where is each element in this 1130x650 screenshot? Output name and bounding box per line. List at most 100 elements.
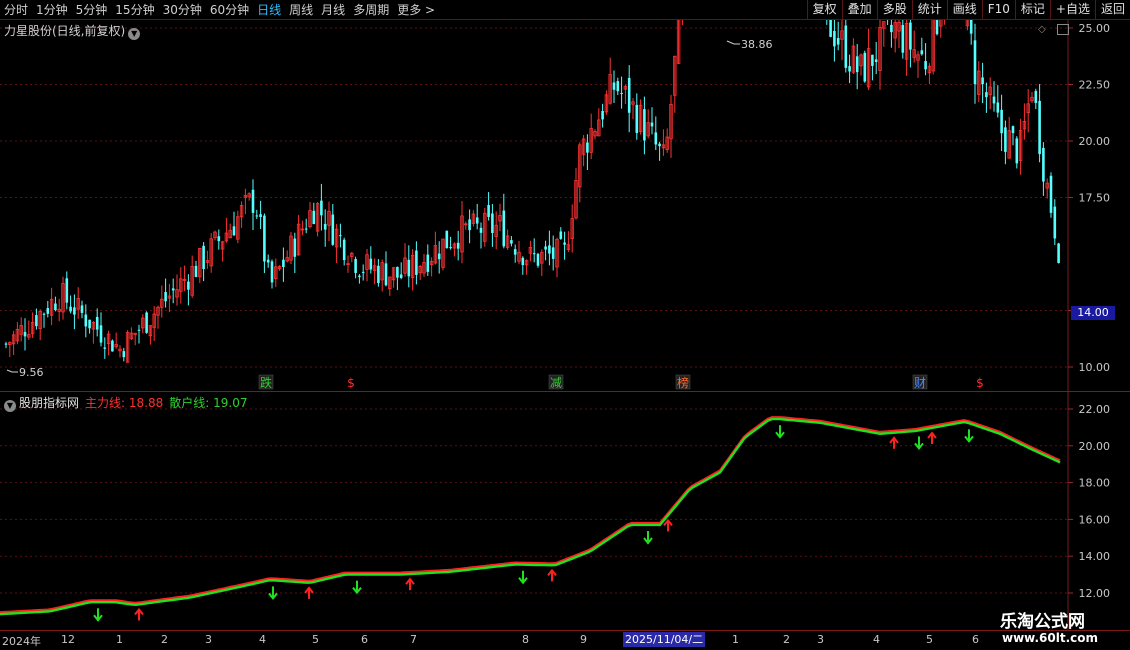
stock-title-label: 力星股份(日线,前复权) <box>4 24 126 38</box>
current-price-tag: 14.00 <box>1071 306 1115 320</box>
event-marker[interactable]: 财 <box>912 374 928 390</box>
candle-body-down <box>449 247 452 249</box>
price-chart-canvas[interactable]: 35.0032.5030.0027.5025.0022.5020.0017.50… <box>0 0 1130 392</box>
low-price-label: 9.56 <box>19 366 44 379</box>
period-tab[interactable]: 月线 <box>321 0 345 20</box>
high-marker-line <box>726 40 740 45</box>
event-marker[interactable]: 榜 <box>675 374 691 390</box>
toolbar-button[interactable]: 叠加 <box>841 0 877 20</box>
candle-body-down <box>844 25 848 68</box>
candle-body-down <box>377 265 380 284</box>
period-tab[interactable]: 15分钟 <box>115 0 154 20</box>
period-tab[interactable]: 5分钟 <box>76 0 108 20</box>
value-tick-label: 20.00 <box>1079 440 1111 453</box>
candle-body-down <box>145 312 148 333</box>
candle-body-down <box>4 343 8 345</box>
candle-body-down <box>304 228 308 230</box>
candle-body-down <box>551 247 555 259</box>
candle-body-down <box>1042 147 1045 182</box>
period-tab[interactable]: 分时 <box>4 0 28 20</box>
value-tick-label: 14.00 <box>1079 550 1111 563</box>
period-tab[interactable]: 周线 <box>289 0 313 20</box>
indicator-title[interactable]: ▼ 股朋指标网 主力线: 18.88 散户线: 19.07 <box>4 394 247 412</box>
period-tabs: 分时 1分钟 5分钟 15分钟 30分钟 60分钟 日线 周线 月线 多周期 更多 > <box>4 0 435 20</box>
date-label: 2024年 <box>2 635 41 648</box>
candle-body-down <box>468 219 471 231</box>
candle-body-down <box>650 122 654 127</box>
event-marker-label: $ <box>347 376 355 390</box>
diamond-icon[interactable]: ◇ <box>1038 24 1046 35</box>
toolbar-button[interactable]: 统计 <box>911 0 947 20</box>
candle-body-down <box>437 253 441 260</box>
toolbar-button[interactable]: 返回 <box>1094 0 1130 20</box>
event-marker-label: 跌 <box>260 375 272 390</box>
candle-body-down <box>293 238 297 257</box>
candle-body-down <box>1015 138 1019 164</box>
toolbar-button[interactable]: +自选 <box>1049 0 1095 20</box>
event-marker[interactable]: 跌 <box>258 374 274 390</box>
candle-body-down <box>266 259 270 263</box>
candle-body-down <box>855 56 859 73</box>
candle-body-down <box>1034 90 1038 104</box>
candle-body-down <box>513 249 517 255</box>
main-force-line <box>0 416 1061 614</box>
event-marker[interactable]: 减 <box>548 374 564 390</box>
candle-body-down <box>627 77 631 113</box>
candle-body-down <box>1004 127 1007 152</box>
candle-body-down <box>1038 100 1041 155</box>
candle-body-down <box>282 259 285 267</box>
toolbar-button[interactable]: 标记 <box>1014 0 1050 20</box>
indicator-canvas[interactable]: 22.00 20.00 18.00 16.00 14.00 12.00 <box>0 392 1130 630</box>
period-tab[interactable]: 1分钟 <box>36 0 68 20</box>
candle-body-down <box>924 61 927 70</box>
candle-body-down <box>88 319 91 329</box>
candle-body-down <box>217 236 221 242</box>
candle-body-down <box>194 265 198 277</box>
candle-body-down <box>874 59 878 63</box>
indicator-chart[interactable]: 22.00 20.00 18.00 16.00 14.00 12.00 ▼ 股朋指标网 主力线… <box>0 392 1130 630</box>
candle-body-down <box>23 331 27 337</box>
candle-body-down <box>1053 206 1057 239</box>
period-tab[interactable]: 30分钟 <box>163 0 202 20</box>
candle-body-down <box>1057 243 1060 263</box>
toolbar-button[interactable]: F10 <box>981 0 1015 20</box>
candle-body-down <box>544 246 547 250</box>
candle-body-down <box>620 92 623 94</box>
period-tab[interactable]: 日线 <box>257 0 281 20</box>
event-marker[interactable]: $ <box>347 376 355 390</box>
main-price-chart[interactable]: 35.0032.5030.0027.5025.0022.5020.0017.50… <box>0 0 1130 392</box>
candle-body-down <box>103 347 107 349</box>
candle-body-down <box>871 54 874 66</box>
candle-body-down <box>635 104 639 133</box>
candle-body-down <box>396 266 399 278</box>
main-chart-title[interactable]: 力星股份(日线,前复权) ▼ <box>4 22 141 40</box>
cursor-date-label: 2025/11/04/二 <box>623 632 706 647</box>
candle-body-down <box>320 200 323 216</box>
candle-body-down <box>95 316 99 330</box>
candle-body-down <box>833 30 836 47</box>
period-tab[interactable]: 60分钟 <box>210 0 249 20</box>
date-label: 1 <box>732 633 739 646</box>
chevron-down-icon[interactable]: ▼ <box>128 28 141 40</box>
candle-body-down <box>654 132 658 145</box>
candle-body-down <box>251 189 255 213</box>
candle-body-down <box>985 92 988 98</box>
chevron-down-icon[interactable]: ▼ <box>4 400 16 412</box>
price-tick-label: 20.00 <box>1079 135 1111 148</box>
candle-body-down <box>836 38 840 45</box>
window-toggle-icon[interactable] <box>1057 24 1069 35</box>
date-label: 2 <box>783 633 790 646</box>
price-tick-label: 10.00 <box>1079 361 1111 374</box>
toolbar-button[interactable]: 画线 <box>946 0 982 20</box>
candle-body-down <box>255 215 259 217</box>
toolbar-button[interactable]: 多股 <box>876 0 912 20</box>
period-tab[interactable]: 多周期 <box>353 0 389 20</box>
candle-body-down <box>475 217 479 224</box>
candle-body-down <box>263 215 266 262</box>
event-marker[interactable]: $ <box>976 376 984 390</box>
candle-body-down <box>909 22 912 50</box>
period-tab[interactable]: 更多 > <box>397 0 435 20</box>
toolbar-button[interactable]: 复权 <box>806 0 842 20</box>
candle-body-down <box>548 245 551 254</box>
candle-body-down <box>122 351 126 358</box>
